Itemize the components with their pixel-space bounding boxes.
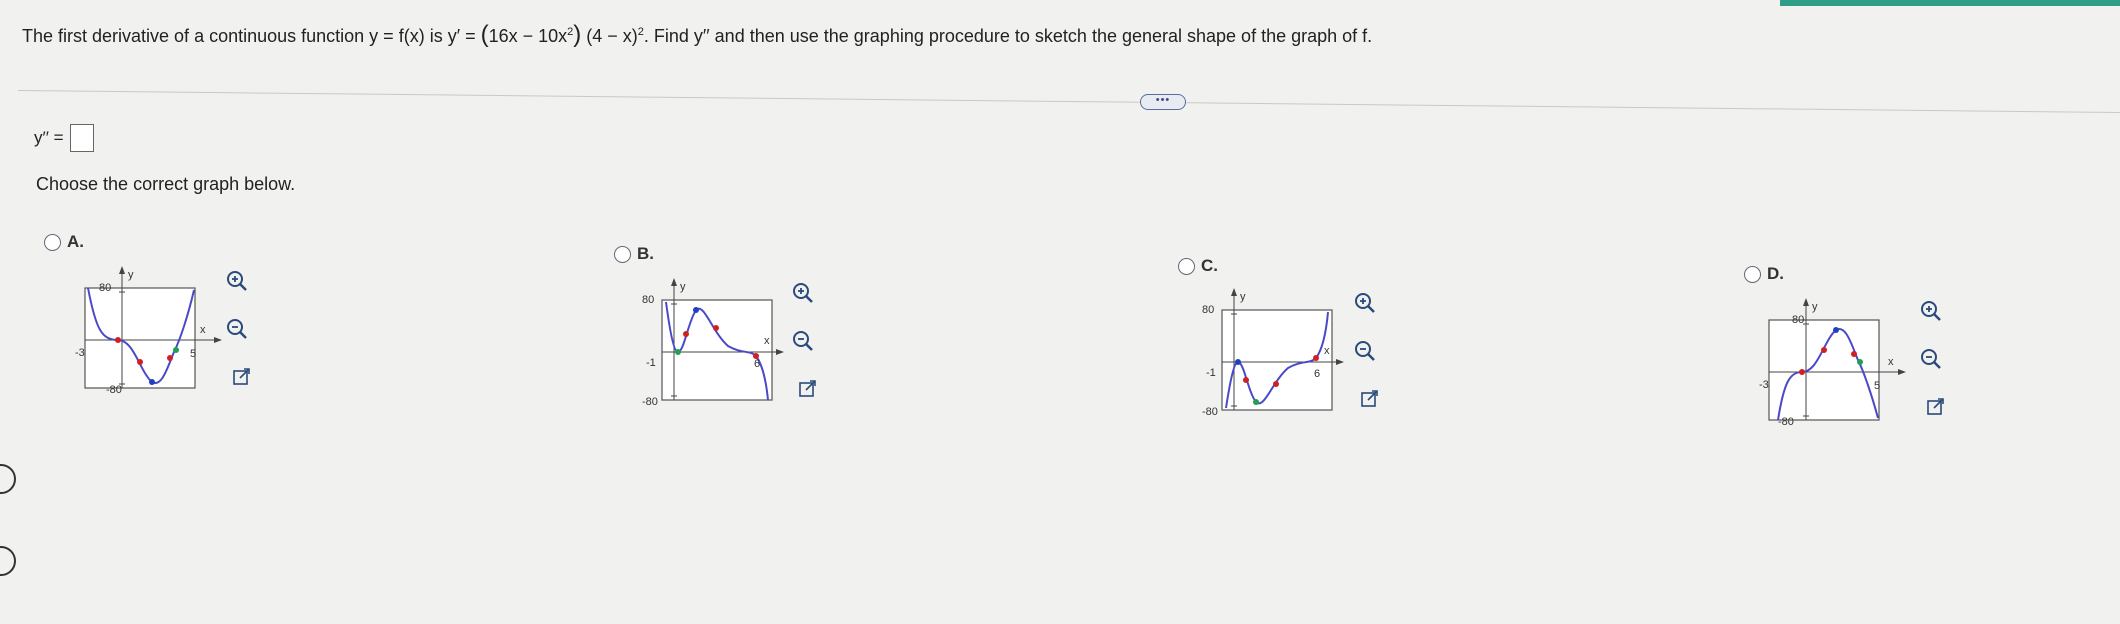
option-b[interactable]: B.: [614, 244, 654, 264]
option-c-radio[interactable]: [1178, 257, 1195, 275]
x-max-label: 5: [190, 348, 196, 360]
zoom-out-icon[interactable]: [1918, 346, 1944, 372]
y-min-label: -80: [106, 384, 122, 396]
option-a-radio[interactable]: [44, 233, 61, 251]
x-max-label: 6: [1314, 368, 1320, 380]
option-d-radio[interactable]: [1744, 265, 1761, 283]
question-text: The first derivative of a continuous fun…: [22, 21, 1373, 48]
instruction-text: Choose the correct graph below.: [36, 174, 296, 194]
y-max-label: 80: [642, 294, 654, 306]
x-min-label: -1: [646, 357, 656, 369]
external-link-icon[interactable]: [1357, 386, 1383, 412]
x-max-label: 5: [1874, 380, 1880, 392]
y-axis-label: y: [680, 281, 686, 293]
x-axis-label: x: [1324, 345, 1330, 357]
question-part: The first derivative of a continuous fun…: [22, 26, 481, 46]
x-axis-label: x: [1888, 356, 1894, 368]
option-d[interactable]: D.: [1744, 264, 1784, 284]
graph-a: 80 -80 -3 5 x y: [70, 260, 230, 400]
y-max-label: 80: [1792, 314, 1804, 326]
zoom-in-icon[interactable]: [790, 280, 816, 306]
graph-c: 80 -80 -1 6 x y: [1192, 282, 1352, 422]
y-axis-label: y: [1812, 301, 1818, 313]
question-factor-2: (4 − x): [581, 26, 638, 46]
x-min-label: -3: [75, 347, 85, 359]
y-axis-label: y: [128, 269, 134, 281]
zoom-out-icon[interactable]: [790, 328, 816, 354]
option-a[interactable]: A.: [44, 232, 84, 252]
zoom-in-icon[interactable]: [1352, 290, 1378, 316]
top-bar: [0, 0, 2120, 6]
y-max-label: 80: [1202, 304, 1214, 316]
top-accent-bar: [1780, 0, 2120, 6]
y-max-label: 80: [99, 282, 111, 294]
zoom-out-icon[interactable]: [1352, 338, 1378, 364]
y-axis-label: y: [1240, 291, 1246, 303]
x-min-label: -3: [1759, 379, 1769, 391]
more-button[interactable]: •••: [1140, 94, 1186, 110]
x-axis-label: x: [200, 324, 206, 336]
external-link-icon[interactable]: [795, 376, 821, 402]
graph-b: 80 -80 -1 6 x y: [632, 272, 792, 412]
question-factor-1: 16x − 10x: [488, 26, 568, 46]
zoom-in-icon[interactable]: [1918, 298, 1944, 324]
answer-input[interactable]: [69, 124, 94, 152]
option-b-label: B.: [637, 244, 654, 263]
x-max-label: 6: [754, 358, 760, 370]
option-c-label: C.: [1201, 256, 1218, 275]
answer-row: y′′ =: [34, 124, 94, 152]
y-min-label: -80: [1778, 416, 1794, 428]
option-a-label: A.: [67, 232, 84, 251]
left-edge-circle-icon: [0, 464, 16, 494]
left-edge-circle-icon: [0, 546, 16, 576]
answer-label: y′′ =: [34, 128, 64, 147]
graph-d: 80 -80 -3 5 x y: [1754, 292, 1914, 432]
option-c[interactable]: C.: [1178, 256, 1218, 276]
divider: [17, 90, 2120, 114]
zoom-in-icon[interactable]: [224, 268, 250, 294]
option-d-label: D.: [1767, 264, 1784, 283]
external-link-icon[interactable]: [229, 364, 255, 390]
x-axis-label: x: [764, 335, 770, 347]
question-part: . Find y′′ and then use the graphing pro…: [643, 26, 1373, 46]
external-link-icon[interactable]: [1923, 394, 1949, 420]
option-b-radio[interactable]: [614, 245, 631, 263]
x-min-label: -1: [1206, 367, 1216, 379]
zoom-out-icon[interactable]: [224, 316, 250, 342]
y-min-label: -80: [642, 396, 658, 408]
y-min-label: -80: [1202, 406, 1218, 418]
